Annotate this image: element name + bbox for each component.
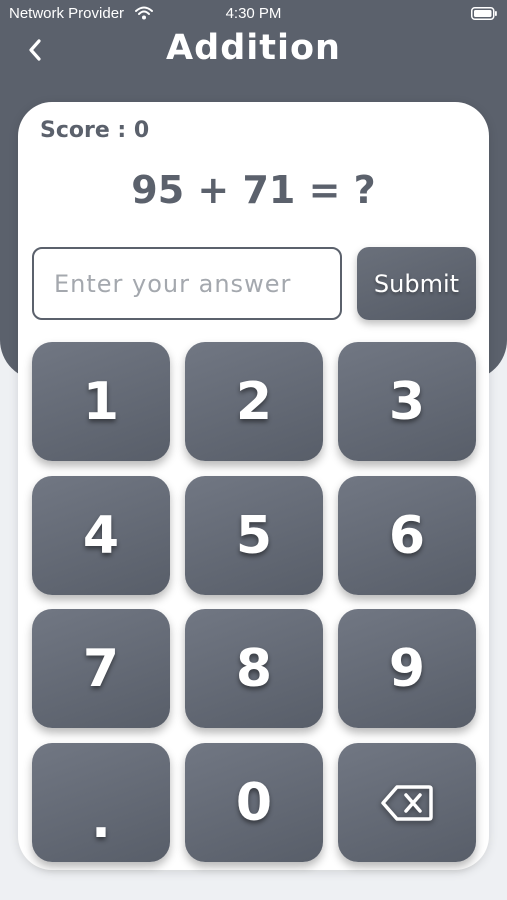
key-9[interactable]: 9 (338, 609, 476, 728)
answer-input[interactable] (32, 247, 342, 320)
battery-icon (471, 7, 497, 20)
key-6[interactable]: 6 (338, 476, 476, 595)
game-card: Score : 0 95 + 71 = ? Submit 1 2 3 4 5 6… (18, 102, 489, 870)
page-title: Addition (166, 28, 341, 68)
backspace-icon (381, 784, 433, 821)
key-8[interactable]: 8 (185, 609, 323, 728)
key-3[interactable]: 3 (338, 342, 476, 461)
key-5[interactable]: 5 (185, 476, 323, 595)
key-4[interactable]: 4 (32, 476, 170, 595)
submit-button[interactable]: Submit (357, 247, 476, 320)
status-time: 4:30 PM (225, 5, 282, 22)
key-2[interactable]: 2 (185, 342, 323, 461)
score-label: Score : 0 (40, 118, 150, 143)
key-decimal[interactable]: . (32, 743, 170, 862)
keypad: 1 2 3 4 5 6 7 8 9 . 0 (32, 342, 476, 862)
backspace-button[interactable] (338, 743, 476, 862)
question-text: 95 + 71 = ? (131, 168, 376, 212)
status-bar: Network Provider 4:30 PM (0, 0, 507, 28)
key-7[interactable]: 7 (32, 609, 170, 728)
key-1[interactable]: 1 (32, 342, 170, 461)
key-0[interactable]: 0 (185, 743, 323, 862)
